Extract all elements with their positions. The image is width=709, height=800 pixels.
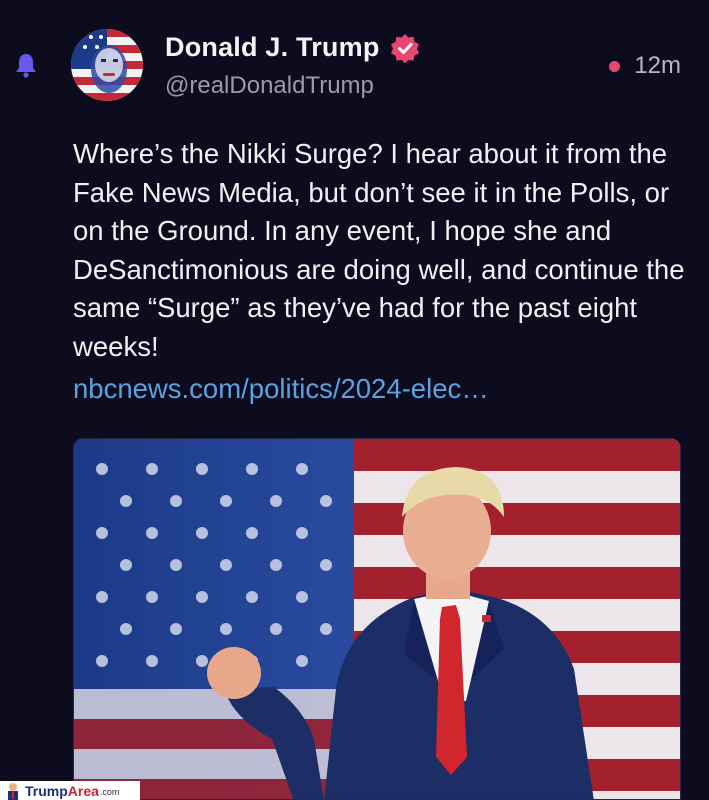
trumparea-watermark: TrumpArea .com xyxy=(0,781,140,800)
watermark-domain: .com xyxy=(99,787,120,797)
post-media-image[interactable] xyxy=(73,438,681,800)
post-timestamp: 12m xyxy=(634,52,681,79)
watermark-brand: TrumpArea xyxy=(25,782,99,799)
verified-badge-icon xyxy=(390,33,419,63)
author-handle[interactable]: @realDonaldTrump xyxy=(165,72,374,100)
author-display-name[interactable]: Donald J. Trump xyxy=(165,32,380,63)
trump-figure-icon xyxy=(8,782,18,800)
avatar[interactable] xyxy=(71,29,143,101)
bell-icon[interactable] xyxy=(14,52,38,78)
red-dot-icon xyxy=(609,60,621,72)
post-link[interactable]: nbcnews.com/politics/2024-elec… xyxy=(73,370,489,409)
post-text: Where’s the Nikki Surge? I hear about it… xyxy=(73,138,685,362)
